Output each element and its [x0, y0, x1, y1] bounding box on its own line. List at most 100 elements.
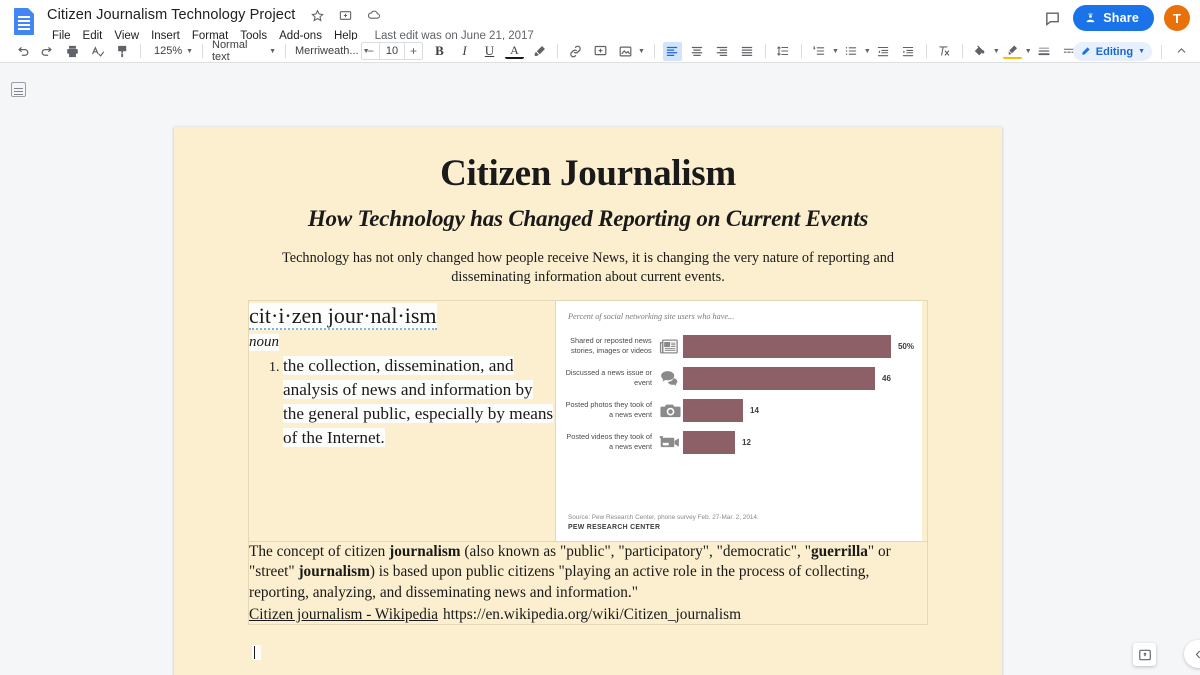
list-item: the collection, dissemination, and analy…	[283, 354, 555, 450]
add-comment-icon[interactable]	[591, 42, 610, 61]
numbered-list-icon[interactable]	[810, 42, 829, 61]
align-left-button[interactable]	[662, 41, 682, 61]
chevron-down-icon[interactable]: ▼	[993, 48, 1000, 55]
user-avatar[interactable]: T	[1164, 5, 1190, 31]
line-spacing-icon[interactable]	[774, 42, 793, 61]
chart-bar-row: Posted videos they took of a news event	[564, 430, 914, 454]
clear-formatting-icon[interactable]	[935, 42, 954, 61]
chart-cell: Percent of social networking site users …	[555, 299, 928, 542]
paragraph-style-selector[interactable]: Normal text ▼	[208, 39, 280, 63]
title-row: Citizen Journalism Technology Project	[44, 4, 534, 26]
decrease-indent-icon[interactable]	[874, 42, 893, 61]
fill-color-icon[interactable]	[971, 42, 990, 61]
chart-category-label: Posted videos they took of a news event	[566, 432, 652, 452]
toolbar-divider	[285, 44, 286, 58]
chart-category-label: Shared or reposted news stories, images …	[570, 336, 652, 356]
paint-format-icon[interactable]	[113, 42, 132, 61]
increase-indent-icon[interactable]	[899, 42, 918, 61]
move-to-folder-icon[interactable]	[337, 7, 354, 24]
wikipedia-link[interactable]: Citizen journalism - Wikipedia	[249, 606, 438, 624]
increase-font-size-button[interactable]: +	[405, 43, 422, 59]
share-button[interactable]: Share	[1073, 5, 1154, 31]
google-docs-logo-icon	[14, 8, 34, 35]
print-icon[interactable]	[63, 42, 82, 61]
toolbar-divider	[961, 44, 963, 58]
toolbar-divider	[557, 44, 558, 58]
text-cursor	[252, 644, 261, 660]
formatting-toolbar: 125% ▼ Normal text ▼ Merriweath... ▼ − 1…	[0, 39, 1200, 63]
border-color-icon[interactable]	[1002, 43, 1022, 59]
editing-mode-selector[interactable]: Editing ▼	[1072, 42, 1152, 61]
insert-link-icon[interactable]	[566, 42, 585, 61]
explore-button[interactable]	[1133, 643, 1156, 666]
bulleted-list-icon[interactable]	[842, 42, 861, 61]
chevron-down-icon: ▼	[186, 47, 194, 55]
chevron-down-icon[interactable]: ▼	[1025, 48, 1032, 55]
chart-brand: PEW RESEARCH CENTER	[568, 523, 661, 531]
para-bold-guerrilla: guerrilla	[810, 542, 868, 560]
document-title[interactable]: Citizen Journalism Technology Project	[44, 6, 298, 24]
chart-value-label: 46	[882, 373, 891, 383]
show-document-outline-icon[interactable]	[11, 82, 26, 97]
decrease-font-size-button[interactable]: −	[362, 43, 379, 59]
comment-history-icon[interactable]	[1041, 7, 1063, 29]
font-size-stepper[interactable]: − 10 +	[361, 42, 423, 60]
align-center-button[interactable]	[688, 42, 707, 61]
side-panel-toggle-button[interactable]	[1184, 640, 1200, 668]
chart-value-label: 12	[742, 437, 751, 447]
chart-category-label: Posted photos they took of a news event	[565, 400, 652, 420]
justify-button[interactable]	[738, 42, 757, 61]
italic-button[interactable]: I	[455, 42, 474, 61]
intro-paragraph: Technology has not only changed how peop…	[282, 249, 894, 285]
font-size-input[interactable]: 10	[379, 42, 405, 60]
toolbar-divider	[1161, 44, 1162, 59]
chart-value-label: 50%	[897, 341, 914, 351]
chevron-down-icon[interactable]: ▼	[638, 48, 645, 55]
source-line: Citizen journalism - Wikipedia https://en…	[249, 604, 927, 624]
border-width-icon[interactable]	[1035, 42, 1054, 61]
font-value: Merriweath...	[295, 45, 359, 57]
redo-icon[interactable]	[38, 42, 57, 61]
chevron-down-icon: ▼	[1138, 48, 1145, 55]
insert-image-icon[interactable]	[616, 42, 635, 61]
bold-button[interactable]: B	[430, 42, 449, 61]
header-actions: Share T	[1041, 5, 1190, 31]
chevron-down-icon[interactable]: ▼	[832, 48, 839, 55]
chart-bar	[683, 430, 735, 454]
newspaper-icon	[657, 335, 683, 357]
toolbar-divider	[800, 44, 802, 58]
spell-check-icon[interactable]	[88, 42, 107, 61]
undo-icon[interactable]	[13, 42, 32, 61]
chevron-down-icon[interactable]: ▼	[864, 48, 871, 55]
para-seg-2: (also known as "public", "participatory"…	[460, 542, 811, 560]
chevron-down-icon: ▼	[269, 47, 276, 55]
document-body: Citizen Journalism How Technology has Ch…	[174, 127, 1002, 660]
definition-part-of-speech: noun	[249, 334, 279, 352]
definition-block: cit·i·zen jour·nal·ism noun the collecti…	[249, 301, 555, 450]
chart-bar	[683, 366, 875, 390]
chart-value-label: 14	[750, 405, 759, 415]
zoom-selector[interactable]: 125% ▼	[150, 42, 197, 61]
align-right-button[interactable]	[713, 42, 732, 61]
underline-button[interactable]: U	[480, 42, 499, 61]
highlight-color-icon[interactable]	[530, 42, 549, 61]
video-camera-icon	[657, 431, 683, 453]
speech-bubbles-icon	[657, 367, 683, 389]
font-selector[interactable]: Merriweath... ▼	[291, 42, 370, 61]
para-bold-journalism-2: journalism	[298, 563, 370, 581]
pew-research-chart[interactable]: Percent of social networking site users …	[556, 300, 922, 541]
text-color-button[interactable]: A	[505, 43, 524, 59]
definition-sense-list: the collection, dissemination, and analy…	[283, 354, 555, 450]
definition-sense-1: the collection, dissemination, and analy…	[283, 356, 554, 447]
para-seg-1: The concept of citizen	[249, 542, 390, 560]
document-page-1[interactable]: Citizen Journalism How Technology has Ch…	[174, 127, 1002, 675]
chart-source: Source: Pew Research Center, phone surve…	[568, 513, 759, 521]
table-row: cit·i·zen jour·nal·ism noun the collecti…	[248, 299, 928, 542]
toolbar-divider	[202, 44, 203, 58]
chart-bar	[682, 334, 891, 358]
chart-title: Percent of social networking site users …	[568, 311, 735, 321]
star-icon[interactable]	[309, 7, 326, 24]
hide-menus-button[interactable]	[1171, 44, 1192, 60]
cloud-saved-icon[interactable]	[365, 7, 382, 24]
page-subtitle: How Technology has Changed Reporting on …	[307, 205, 869, 231]
